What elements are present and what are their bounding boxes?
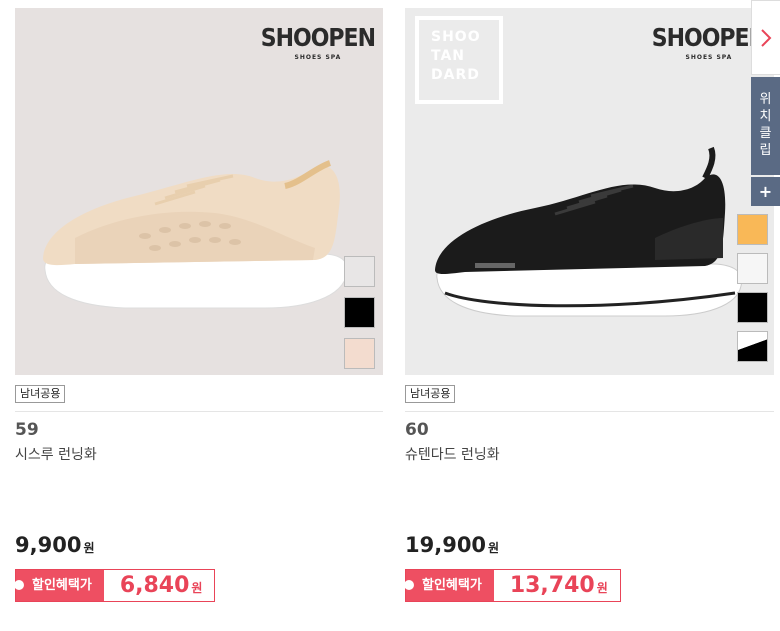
discount-price: 13,740 원	[494, 570, 620, 601]
product-name[interactable]: 시스루 런닝화	[15, 444, 383, 464]
divider	[405, 411, 774, 412]
discount-unit: 원	[191, 581, 203, 595]
logo-line: DARD	[431, 67, 480, 83]
discount-value: 6,840	[119, 573, 190, 598]
color-swatches	[737, 214, 768, 370]
color-swatch[interactable]	[737, 331, 768, 362]
price-unit: 원	[488, 541, 500, 555]
plus-icon: +	[758, 182, 773, 201]
wish-label-char: 립	[759, 143, 772, 158]
brand-logo: SHOOPEN SHOES SPA	[260, 24, 376, 61]
product-rank: 59	[15, 420, 39, 440]
product-price: 9,900 원	[15, 533, 94, 557]
discount-label: 할인혜택가	[14, 570, 104, 601]
product-image[interactable]: SHOO TAN DARD SHOOPEN SHOES SPA	[405, 8, 774, 375]
brand-sub: SHOES SPA	[685, 54, 733, 61]
chevron-right-icon	[761, 28, 772, 47]
discount-unit: 원	[596, 581, 608, 595]
product-rank: 60	[405, 420, 429, 440]
price-value: 9,900	[15, 533, 82, 557]
product-card[interactable]: SHOOPEN SHOES SPA 남녀공용 59 시스루 런닝화 9,900 원…	[14, 8, 383, 602]
price-unit: 원	[83, 541, 95, 555]
wish-label-char: 치	[759, 109, 772, 124]
logo-line: TAN	[431, 48, 466, 64]
brand-name: SHOOPEN	[651, 24, 767, 53]
product-name[interactable]: 슈텐다드 런닝화	[405, 444, 774, 464]
brand-sub: SHOES SPA	[294, 54, 342, 61]
color-swatch[interactable]	[344, 297, 375, 328]
brand-logo: SHOOPEN SHOES SPA	[651, 24, 767, 61]
color-swatch[interactable]	[344, 338, 375, 369]
color-swatches	[344, 256, 375, 375]
color-swatch[interactable]	[737, 292, 768, 323]
shoe-image	[43, 160, 348, 309]
gender-tag: 남녀공용	[15, 385, 66, 403]
product-card[interactable]: SHOO TAN DARD SHOOPEN SHOES SPA 남녀공용 60 …	[404, 8, 774, 602]
discount-box: 할인혜택가 6,840 원	[14, 569, 216, 602]
color-swatch[interactable]	[737, 214, 768, 245]
discount-box: 할인혜택가 13,740 원	[404, 569, 621, 602]
discount-value: 13,740	[509, 573, 595, 598]
wish-label-char: 위	[759, 92, 772, 107]
price-value: 19,900	[405, 533, 487, 557]
color-swatch[interactable]	[344, 256, 375, 287]
wish-label-char: 클	[759, 126, 772, 141]
discount-label: 할인혜택가	[404, 570, 494, 601]
wish-clip-button[interactable]: 위 치 클 립	[751, 77, 780, 175]
gender-tag: 남녀공용	[405, 385, 456, 403]
brand-name: SHOOPEN	[260, 24, 376, 53]
color-swatch[interactable]	[737, 253, 768, 284]
plus-button[interactable]: +	[751, 177, 780, 206]
logo-line: SHOO	[431, 29, 481, 45]
standard-logo: SHOO TAN DARD	[415, 16, 503, 104]
divider	[15, 411, 383, 412]
discount-price: 6,840 원	[104, 570, 215, 601]
next-button[interactable]	[751, 0, 780, 75]
product-image[interactable]: SHOOPEN SHOES SPA	[15, 8, 383, 375]
product-price: 19,900 원	[405, 533, 499, 557]
